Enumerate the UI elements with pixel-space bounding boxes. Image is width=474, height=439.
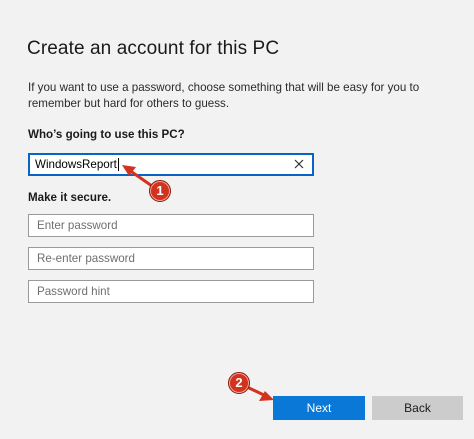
password-placeholder: Enter password xyxy=(37,219,118,232)
password-hint-placeholder: Password hint xyxy=(37,285,110,298)
page-description: If you want to use a password, choose so… xyxy=(28,81,420,110)
back-button[interactable]: Back xyxy=(372,396,463,420)
text-caret xyxy=(117,158,119,172)
secure-label: Make it secure. xyxy=(28,191,112,204)
password-input[interactable]: Enter password xyxy=(28,214,314,237)
annotation-badge-2: 2 xyxy=(228,372,250,394)
username-value: WindowsReport xyxy=(35,158,117,171)
password-hint-input[interactable]: Password hint xyxy=(28,280,314,303)
page-title: Create an account for this PC xyxy=(27,38,280,59)
reenter-password-input[interactable]: Re-enter password xyxy=(28,247,314,270)
reenter-password-placeholder: Re-enter password xyxy=(37,252,135,265)
close-icon[interactable] xyxy=(292,157,306,171)
username-input[interactable]: WindowsReport xyxy=(28,153,314,176)
annotation-badge-1: 1 xyxy=(149,180,171,202)
arrow-step-2 xyxy=(245,385,274,401)
next-button[interactable]: Next xyxy=(273,396,365,420)
who-label: Who’s going to use this PC? xyxy=(28,128,185,141)
